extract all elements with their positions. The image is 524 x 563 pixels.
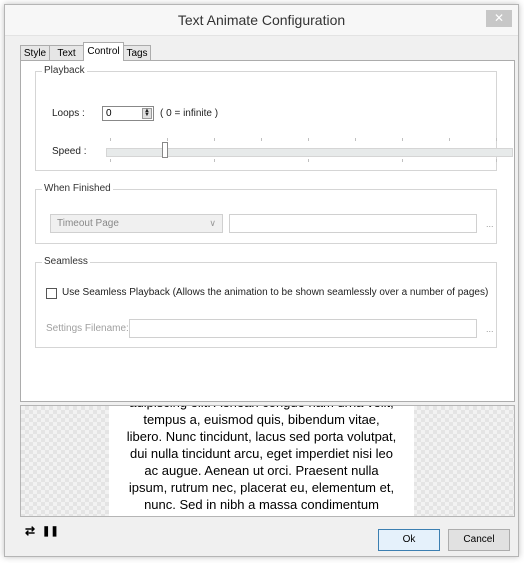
title-bar: Text Animate Configuration ✕ xyxy=(5,5,518,36)
slider-tick xyxy=(261,138,262,141)
loops-stepper[interactable]: 0 ▲ ▼ xyxy=(102,106,154,121)
loops-label: Loops : xyxy=(52,108,85,119)
when-finished-group-label: When Finished xyxy=(42,183,113,194)
stepper-arrows-icon[interactable]: ▲ ▼ xyxy=(142,108,152,119)
preview-page: adipiscing elit. Aenean congue nam urna … xyxy=(109,406,414,516)
ok-button[interactable]: Ok xyxy=(378,529,440,551)
close-button[interactable]: ✕ xyxy=(486,10,512,27)
slider-tick xyxy=(355,138,356,141)
loops-hint: ( 0 = infinite ) xyxy=(160,108,219,119)
playback-group: Playback Loops : 0 ▲ ▼ ( 0 = infinite ) S… xyxy=(35,65,513,171)
seamless-checkbox-label: Use Seamless Playback (Allows the animat… xyxy=(62,287,489,298)
when-finished-group: When Finished Timeout Page ∨ ... xyxy=(35,183,497,244)
slider-tick xyxy=(402,138,403,141)
slider-tick xyxy=(110,138,111,141)
slider-tick xyxy=(402,159,403,162)
preview-text: adipiscing elit. Aenean congue nam urna … xyxy=(126,406,397,516)
configuration-dialog: Text Animate Configuration ✕ Style Text … xyxy=(4,4,519,557)
slider-tick xyxy=(167,138,168,141)
tab-control[interactable]: Control xyxy=(83,42,124,61)
control-tab-panel: Playback Loops : 0 ▲ ▼ ( 0 = infinite ) S… xyxy=(20,60,515,402)
slider-tick xyxy=(449,138,450,141)
speed-label: Speed : xyxy=(52,146,87,157)
slider-tick xyxy=(214,159,215,162)
dialog-title: Text Animate Configuration xyxy=(177,12,346,28)
loops-value: 0 xyxy=(106,108,112,119)
pause-icon[interactable]: ❚❚ xyxy=(42,526,59,537)
tab-text[interactable]: Text xyxy=(49,45,84,60)
slider-tick xyxy=(496,159,497,162)
finish-target-input[interactable] xyxy=(229,214,477,233)
finish-browse-button[interactable]: ... xyxy=(486,219,494,229)
slider-tick xyxy=(496,138,497,141)
seamless-group-label: Seamless xyxy=(42,256,90,267)
settings-filename-label: Settings Filename: xyxy=(46,323,129,334)
slider-tick xyxy=(308,138,309,141)
settings-browse-button[interactable]: ... xyxy=(486,324,494,334)
slider-tick xyxy=(110,159,111,162)
playback-group-label: Playback xyxy=(42,65,87,76)
seamless-group: Seamless Use Seamless Playback (Allows t… xyxy=(35,256,497,348)
chevron-down-icon: ∨ xyxy=(209,218,216,228)
tab-tags[interactable]: Tags xyxy=(123,45,151,60)
slider-tick xyxy=(308,159,309,162)
finish-action-select[interactable]: Timeout Page ∨ xyxy=(50,214,223,233)
slider-tick xyxy=(214,138,215,141)
animation-preview: adipiscing elit. Aenean congue nam urna … xyxy=(20,405,515,517)
settings-filename-input[interactable] xyxy=(129,319,477,338)
speed-slider-thumb[interactable] xyxy=(162,142,168,158)
finish-action-value: Timeout Page xyxy=(57,218,119,229)
loop-icon[interactable]: ⇄ xyxy=(25,524,35,538)
cancel-button[interactable]: Cancel xyxy=(448,529,510,551)
tab-style[interactable]: Style xyxy=(20,45,50,60)
seamless-checkbox[interactable] xyxy=(46,288,57,299)
